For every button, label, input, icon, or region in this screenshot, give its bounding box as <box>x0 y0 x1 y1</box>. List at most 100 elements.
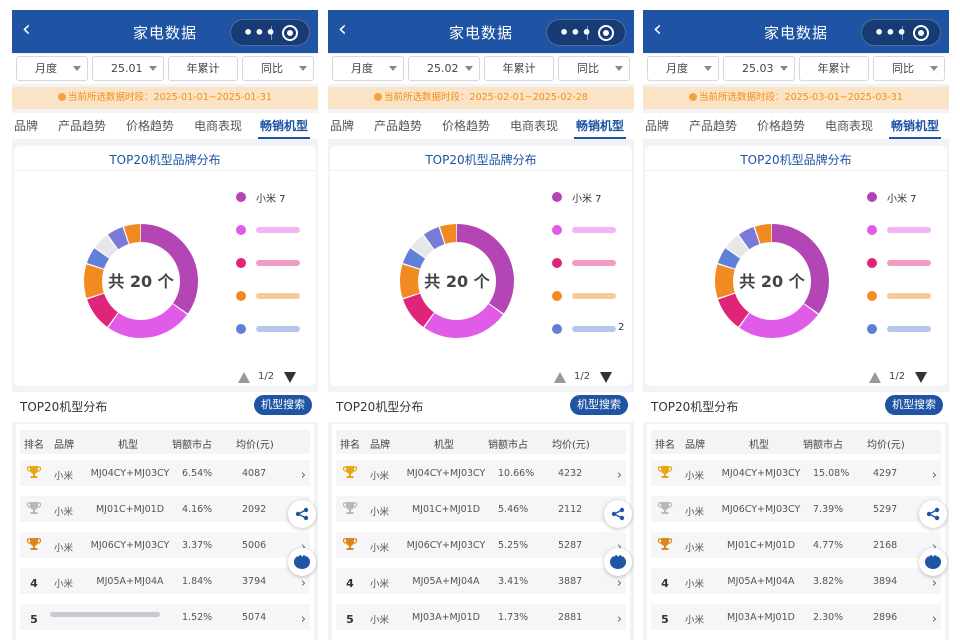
table-row[interactable]: 小米 MJ04CY+MJ03CY 10.66% 4232 › <box>336 460 626 486</box>
mini-program-capsule[interactable]: ••• <box>546 19 626 46</box>
legend-item-xiaomi[interactable]: 小米 7 <box>552 190 632 205</box>
table-row[interactable]: 4 小米 MJ05A+MJ04A 3.41% 3887 › <box>336 568 626 594</box>
legend-item-xiaomi[interactable]: 小米 7 <box>236 190 316 205</box>
app-header: ‹ 家电数据 ••• <box>643 10 949 53</box>
chevron-right-icon[interactable]: › <box>932 468 937 483</box>
cumulative-toggle[interactable]: 年累计 <box>484 56 554 81</box>
table-row[interactable]: 小米 MJ04CY+MJ03CY 6.54% 4087 › <box>20 460 310 486</box>
model-search-button[interactable]: 机型搜索 <box>885 395 943 415</box>
table-row[interactable]: 4 小米 MJ05A+MJ04A 1.84% 3794 › <box>20 568 310 594</box>
compare-select[interactable]: 同比 <box>558 56 630 81</box>
share-button[interactable] <box>288 500 316 528</box>
share-button[interactable] <box>919 500 947 528</box>
table-row[interactable]: 小米 MJ01C+MJ01D4.77% 2168 › <box>651 532 941 558</box>
chevron-right-icon[interactable]: › <box>617 576 622 591</box>
legend-item-redacted[interactable] <box>236 322 316 336</box>
tab-price-trend[interactable]: 价格趋势 <box>442 117 490 134</box>
col-price: 均价(元) <box>867 440 905 451</box>
cumulative-toggle[interactable]: 年累计 <box>799 56 869 81</box>
legend-item-xiaomi[interactable]: 小米 7 <box>867 190 947 205</box>
close-target-icon[interactable] <box>282 25 298 41</box>
table-row[interactable]: 小米 MJ01C+MJ01D5.46% 2112 › <box>336 496 626 522</box>
tab-ecommerce[interactable]: 电商表现 <box>825 117 873 134</box>
chevron-right-icon[interactable]: › <box>301 612 306 627</box>
page-down-icon[interactable] <box>284 372 296 383</box>
legend-label: 小米 7 <box>572 194 602 205</box>
chevron-right-icon[interactable]: › <box>617 468 622 483</box>
tab-bestsellers[interactable]: 畅销机型 <box>576 117 624 134</box>
chevron-right-icon[interactable]: › <box>617 612 622 627</box>
tab-product-trend[interactable]: 产品趋势 <box>689 117 737 134</box>
col-rank: 排名 <box>655 440 675 451</box>
chat-button[interactable] <box>288 548 316 576</box>
info-dot-icon <box>58 93 67 101</box>
tab-ecommerce[interactable]: 电商表现 <box>510 117 558 134</box>
legend-label: 小米 7 <box>256 194 286 205</box>
legend-item-redacted[interactable] <box>236 256 316 270</box>
legend-dot <box>552 225 562 235</box>
page-up-icon[interactable] <box>869 372 881 383</box>
share-button[interactable] <box>604 500 632 528</box>
tab-price-trend[interactable]: 价格趋势 <box>757 117 805 134</box>
compare-select[interactable]: 同比 <box>242 56 314 81</box>
chevron-right-icon[interactable]: › <box>301 576 306 591</box>
chevron-right-icon[interactable]: › <box>932 612 937 627</box>
chat-button[interactable] <box>604 548 632 576</box>
page-up-icon[interactable] <box>238 372 250 383</box>
month-select[interactable]: 25.01 <box>92 56 164 81</box>
table-row[interactable]: 5 1.52% 5074 › <box>20 604 310 630</box>
period-notice: 当前所选数据时段：2025-03-01~2025-03-31 <box>643 87 949 109</box>
model-search-button[interactable]: 机型搜索 <box>254 395 312 415</box>
table-row[interactable]: 小米 MJ06CY+MJ03CY3.37% 5006 › <box>20 532 310 558</box>
table-row[interactable]: 4 小米 MJ05A+MJ04A 3.82% 3894 › <box>651 568 941 594</box>
legend-item-redacted[interactable] <box>236 223 316 237</box>
page-down-icon[interactable] <box>600 372 612 383</box>
chat-button[interactable] <box>919 548 947 576</box>
cumulative-toggle[interactable]: 年累计 <box>168 56 238 81</box>
page-down-icon[interactable] <box>915 372 927 383</box>
table-row[interactable]: 小米 MJ01C+MJ01D4.16% 2092 › <box>20 496 310 522</box>
legend-item-redacted[interactable] <box>867 256 947 270</box>
close-target-icon[interactable] <box>598 25 614 41</box>
period-select[interactable]: 月度 <box>16 56 88 81</box>
table-row[interactable]: 小米 MJ06CY+MJ03CY5.25% 5287 › <box>336 532 626 558</box>
row-share: 4.77% <box>813 540 844 551</box>
tab-brand[interactable]: 品牌 <box>14 117 38 134</box>
mini-program-capsule[interactable]: ••• <box>861 19 941 46</box>
row-price: 5297 <box>873 504 898 515</box>
legend-item-redacted[interactable] <box>867 322 947 336</box>
tab-ecommerce[interactable]: 电商表现 <box>194 117 242 134</box>
tab-brand[interactable]: 品牌 <box>330 117 354 134</box>
tab-bestsellers[interactable]: 畅销机型 <box>891 117 939 134</box>
table-row[interactable]: 小米 MJ06CY+MJ03CY7.39% 5297 › <box>651 496 941 522</box>
legend-item-redacted[interactable]: 2 <box>552 322 632 336</box>
mini-program-capsule[interactable]: ••• <box>230 19 310 46</box>
compare-select[interactable]: 同比 <box>873 56 945 81</box>
chevron-right-icon[interactable]: › <box>932 576 937 591</box>
row-share: 7.39% <box>813 504 844 515</box>
legend-item-redacted[interactable] <box>552 223 632 237</box>
chevron-right-icon[interactable]: › <box>301 468 306 483</box>
model-search-button[interactable]: 机型搜索 <box>570 395 628 415</box>
table-row[interactable]: 5 小米 MJ03A+MJ01D 2.30% 2896 › <box>651 604 941 630</box>
month-select[interactable]: 25.03 <box>723 56 795 81</box>
tab-price-trend[interactable]: 价格趋势 <box>126 117 174 134</box>
period-select[interactable]: 月度 <box>332 56 404 81</box>
legend-item-redacted[interactable] <box>867 223 947 237</box>
rank-number: 4 <box>346 577 354 590</box>
page-up-icon[interactable] <box>554 372 566 383</box>
legend-item-redacted[interactable] <box>552 256 632 270</box>
tab-brand[interactable]: 品牌 <box>645 117 669 134</box>
close-target-icon[interactable] <box>913 25 929 41</box>
period-select[interactable]: 月度 <box>647 56 719 81</box>
legend-item-redacted[interactable] <box>867 289 947 303</box>
tab-bestsellers[interactable]: 畅销机型 <box>260 117 308 134</box>
month-select[interactable]: 25.02 <box>408 56 480 81</box>
tab-product-trend[interactable]: 产品趋势 <box>58 117 106 134</box>
table-row[interactable]: 小米 MJ04CY+MJ03CY 15.08% 4297 › <box>651 460 941 486</box>
legend-item-redacted[interactable] <box>236 289 316 303</box>
chart-title: TOP20机型品牌分布 <box>109 153 221 167</box>
legend-item-redacted[interactable] <box>552 289 632 303</box>
table-row[interactable]: 5 小米 MJ03A+MJ01D 1.73% 2881 › <box>336 604 626 630</box>
tab-product-trend[interactable]: 产品趋势 <box>374 117 422 134</box>
